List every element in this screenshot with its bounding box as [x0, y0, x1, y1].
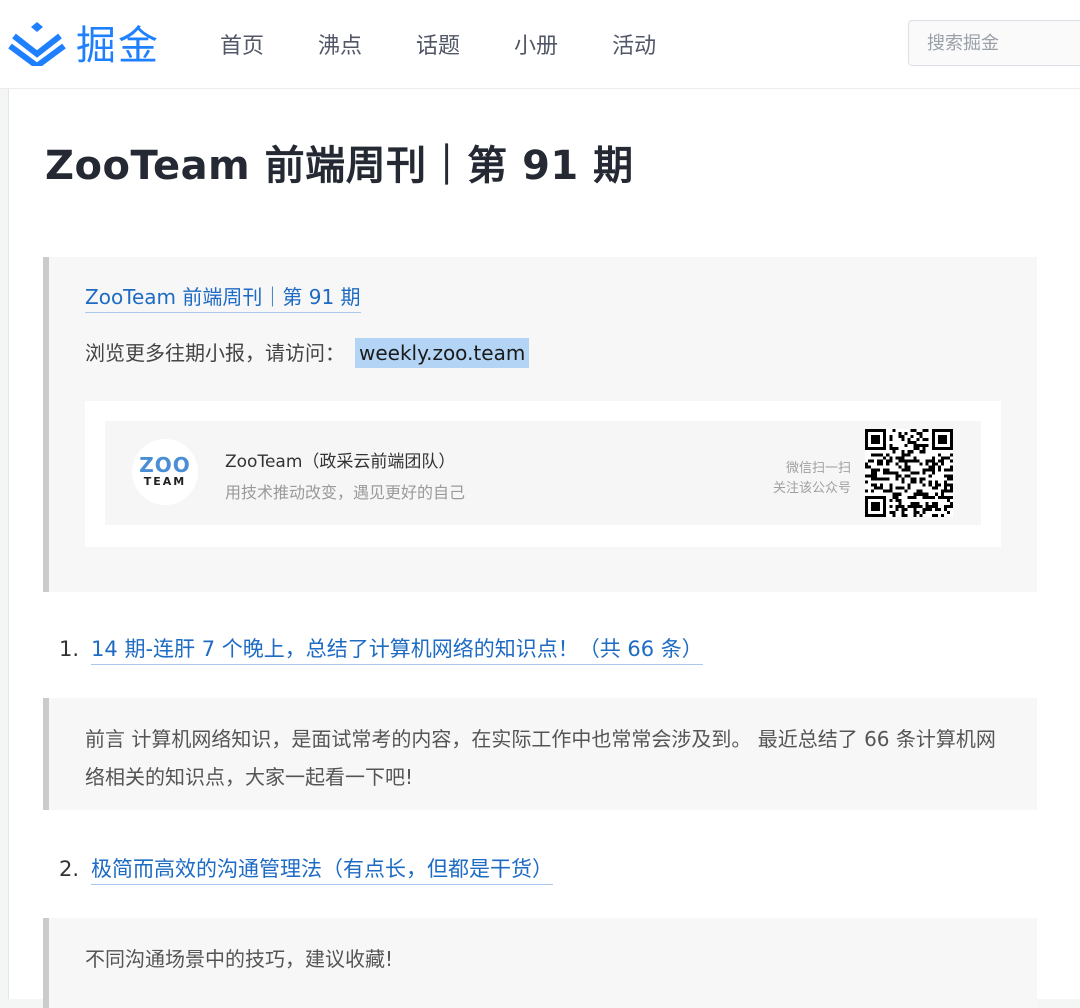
juejin-logo-icon: [8, 22, 66, 66]
avatar-team-text: TEAM: [143, 475, 187, 488]
top-header: 掘金 首页 沸点 话题 小册 活动: [0, 0, 1080, 89]
search-input[interactable]: [908, 20, 1080, 66]
summary-text: 不同沟通场景中的技巧，建议收藏!: [85, 947, 394, 971]
summary-blockquote: 前言 计算机网络知识，是面试常考的内容，在实际工作中也常常会涉及到。 最近总结了…: [43, 698, 1037, 810]
profile-embed: ZOO TEAM ZooTeam（政采云前端团队） 用技术推动改变，遇见更好的自…: [85, 401, 1001, 547]
nav-pins[interactable]: 沸点: [318, 28, 362, 60]
scan-line-2: 关注该公众号: [772, 481, 851, 496]
scan-hint: 微信扫一扫 关注该公众号: [763, 459, 851, 499]
nav-home[interactable]: 首页: [220, 28, 264, 60]
qr-code-icon: [865, 429, 953, 517]
wechat-profile-card[interactable]: ZOO TEAM ZooTeam（政采云前端团队） 用技术推动改变，遇见更好的自…: [105, 421, 981, 525]
profile-name: ZooTeam（政采云前端团队）: [225, 452, 456, 472]
list-number: 1.: [59, 637, 80, 661]
visit-url[interactable]: weekly.zoo.team: [355, 338, 530, 368]
article-title: ZooTeam 前端周刊｜第 91 期: [45, 143, 634, 189]
summary-text: 前言 计算机网络知识，是面试常考的内容，在实际工作中也常常会涉及到。 最近总结了…: [85, 727, 996, 789]
summary-blockquote: 不同沟通场景中的技巧，建议收藏!: [43, 918, 1037, 1008]
list-item: 2. 极简而高效的沟通管理法（有点长，但都是干货）: [59, 853, 554, 885]
visit-text: 浏览更多往期小报，请访问：: [85, 341, 345, 365]
main-nav: 首页 沸点 话题 小册 活动: [220, 0, 710, 88]
avatar-zoo-text: ZOO: [139, 453, 191, 477]
juejin-logo[interactable]: 掘金: [8, 14, 160, 70]
nav-topics[interactable]: 话题: [416, 28, 460, 60]
profile-desc: 用技术推动改变，遇见更好的自己: [225, 483, 466, 502]
avatar: ZOO TEAM: [132, 439, 198, 505]
list-item-link[interactable]: 14 期-连肝 7 个晚上，总结了计算机网络的知识点！（共 66 条）: [91, 637, 703, 665]
visit-line: 浏览更多往期小报，请访问： weekly.zoo.team: [85, 337, 530, 368]
list-number: 2.: [59, 857, 80, 881]
logo-text: 掘金: [76, 23, 160, 69]
scan-line-1: 微信扫一扫: [785, 461, 851, 476]
list-item: 1. 14 期-连肝 7 个晚上，总结了计算机网络的知识点！（共 66 条）: [59, 633, 703, 665]
article-card: ZooTeam 前端周刊｜第 91 期 ZooTeam 前端周刊｜第 91 期 …: [8, 89, 1080, 1008]
list-item-link[interactable]: 极简而高效的沟通管理法（有点长，但都是干货）: [91, 857, 554, 885]
nav-events[interactable]: 活动: [612, 28, 656, 60]
intro-blockquote: ZooTeam 前端周刊｜第 91 期 浏览更多往期小报，请访问： weekly.…: [43, 257, 1037, 592]
intro-link[interactable]: ZooTeam 前端周刊｜第 91 期: [85, 281, 361, 313]
nav-books[interactable]: 小册: [514, 28, 558, 60]
